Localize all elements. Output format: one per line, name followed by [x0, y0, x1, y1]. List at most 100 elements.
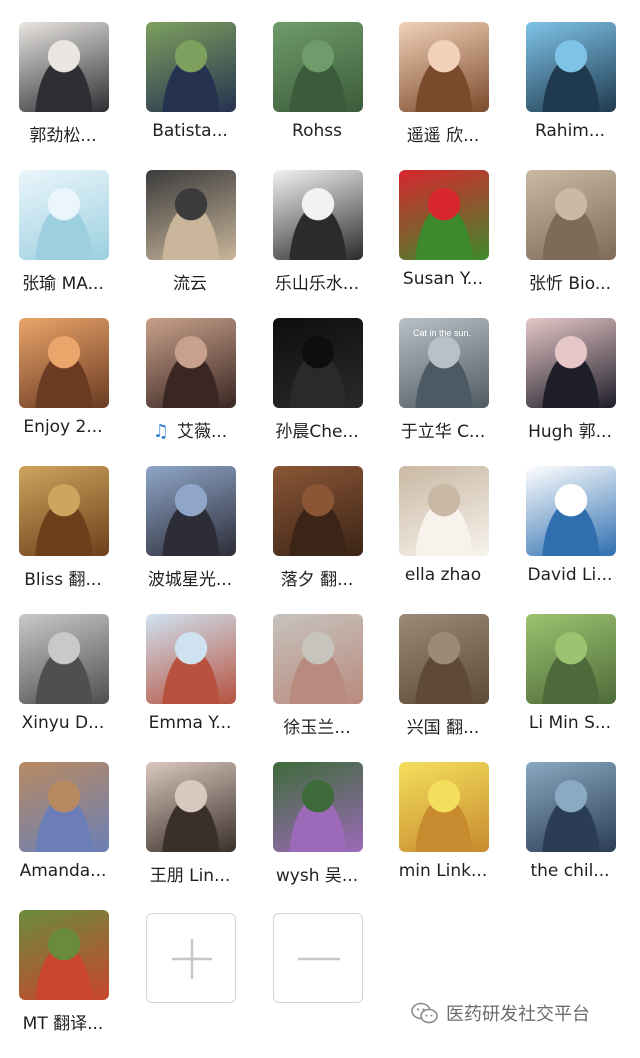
member-item[interactable]: Batista...: [127, 22, 253, 170]
member-item[interactable]: Emma Y...: [127, 614, 253, 762]
avatar-image: [146, 318, 236, 408]
member-avatar[interactable]: [146, 762, 236, 852]
member-name-text: 孙晨Che...: [275, 422, 359, 442]
member-item[interactable]: min Link...: [380, 762, 506, 910]
member-avatar[interactable]: [146, 466, 236, 556]
member-name: 兴国 翻...: [380, 713, 506, 738]
member-name: 张忻 Bio...: [507, 269, 633, 294]
avatar-image: [273, 762, 363, 852]
member-avatar[interactable]: [273, 614, 363, 704]
member-avatar[interactable]: [146, 22, 236, 112]
member-name: Xinyu D...: [0, 713, 126, 733]
member-avatar[interactable]: [273, 466, 363, 556]
member-avatar[interactable]: [526, 466, 616, 556]
member-item[interactable]: Rohss: [254, 22, 380, 170]
avatar-image: [526, 170, 616, 260]
member-avatar[interactable]: [526, 614, 616, 704]
member-avatar[interactable]: [273, 170, 363, 260]
member-name: Bliss 翻...: [0, 565, 126, 590]
remove-member-button[interactable]: [273, 913, 363, 1003]
member-avatar[interactable]: [273, 22, 363, 112]
member-item[interactable]: 遥遥 欣...: [380, 22, 506, 170]
member-item[interactable]: Hugh 郭...: [507, 318, 633, 466]
member-name-text: MT 翻译...: [22, 1014, 104, 1034]
avatar-image: [146, 22, 236, 112]
avatar-image: [19, 22, 109, 112]
member-avatar[interactable]: [399, 170, 489, 260]
member-avatar[interactable]: [399, 762, 489, 852]
member-avatar[interactable]: [19, 170, 109, 260]
member-item[interactable]: Amanda...: [0, 762, 126, 910]
member-avatar[interactable]: [526, 318, 616, 408]
member-avatar[interactable]: [19, 910, 109, 1000]
member-name-text: Susan Y...: [402, 269, 484, 289]
member-name: David Li...: [507, 565, 633, 585]
member-name: ♫ 艾薇...: [127, 417, 253, 442]
avatar-image: [19, 910, 109, 1000]
member-avatar[interactable]: [19, 22, 109, 112]
member-item[interactable]: 张瑜 MA...: [0, 170, 126, 318]
music-note-icon: ♫: [152, 421, 169, 442]
member-avatar[interactable]: [146, 614, 236, 704]
member-avatar[interactable]: [399, 614, 489, 704]
member-item[interactable]: 孙晨Che...: [254, 318, 380, 466]
avatar-image: [19, 318, 109, 408]
avatar-image: [273, 466, 363, 556]
member-name: Susan Y...: [380, 269, 506, 289]
member-item[interactable]: Enjoy 2...: [0, 318, 126, 466]
member-avatar[interactable]: [273, 318, 363, 408]
member-name-text: 艾薇...: [176, 422, 228, 442]
member-item[interactable]: ella zhao: [380, 466, 506, 614]
member-name-text: 兴国 翻...: [406, 718, 480, 738]
member-item[interactable]: 郭劲松...: [0, 22, 126, 170]
member-avatar[interactable]: [399, 22, 489, 112]
member-item[interactable]: 兴国 翻...: [380, 614, 506, 762]
member-name: Li Min S...: [507, 713, 633, 733]
member-item[interactable]: 乐山乐水...: [254, 170, 380, 318]
member-avatar[interactable]: [19, 318, 109, 408]
member-item[interactable]: ♫ 艾薇...: [127, 318, 253, 466]
member-avatar[interactable]: [19, 762, 109, 852]
wechat-icon: [411, 1002, 438, 1024]
member-item[interactable]: 徐玉兰...: [254, 614, 380, 762]
member-item[interactable]: wysh 吴...: [254, 762, 380, 910]
member-item[interactable]: David Li...: [507, 466, 633, 614]
member-avatar[interactable]: [526, 762, 616, 852]
avatar-image: [399, 170, 489, 260]
member-name: Amanda...: [0, 861, 126, 881]
member-avatar[interactable]: Cat in the sun.: [399, 318, 489, 408]
member-item[interactable]: 落夕 翻...: [254, 466, 380, 614]
avatar-image: [526, 614, 616, 704]
member-avatar[interactable]: [19, 466, 109, 556]
member-item[interactable]: Li Min S...: [507, 614, 633, 762]
member-item[interactable]: Cat in the sun. 于立华 C...: [380, 318, 506, 466]
member-item[interactable]: 流云: [127, 170, 253, 318]
member-name: wysh 吴...: [254, 861, 380, 886]
member-name: 落夕 翻...: [254, 565, 380, 590]
member-item[interactable]: the chil...: [507, 762, 633, 910]
add-member-button[interactable]: [146, 913, 236, 1003]
member-name: 于立华 C...: [380, 417, 506, 442]
avatar-image: [19, 466, 109, 556]
member-item[interactable]: Xinyu D...: [0, 614, 126, 762]
minus-icon: [298, 957, 340, 961]
watermark-text: 医药研发社交平台: [446, 1004, 590, 1025]
member-item[interactable]: 王朋 Lin...: [127, 762, 253, 910]
member-avatar[interactable]: [526, 170, 616, 260]
member-item[interactable]: Bliss 翻...: [0, 466, 126, 614]
member-item[interactable]: Rahim...: [507, 22, 633, 170]
member-item[interactable]: Susan Y...: [380, 170, 506, 318]
member-avatar[interactable]: [19, 614, 109, 704]
member-avatar[interactable]: [273, 762, 363, 852]
member-avatar[interactable]: [146, 170, 236, 260]
member-name: 王朋 Lin...: [127, 861, 253, 886]
member-item[interactable]: 张忻 Bio...: [507, 170, 633, 318]
member-grid: 郭劲松... Batista... Rohss 遥遥 欣... Rahim... 张瑜 M…: [0, 0, 640, 1045]
member-avatar[interactable]: [146, 318, 236, 408]
avatar-image: [526, 22, 616, 112]
avatar-image: [146, 762, 236, 852]
member-item[interactable]: MT 翻译...: [0, 910, 126, 1058]
member-avatar[interactable]: [526, 22, 616, 112]
member-avatar[interactable]: [399, 466, 489, 556]
member-item[interactable]: 波城星光...: [127, 466, 253, 614]
